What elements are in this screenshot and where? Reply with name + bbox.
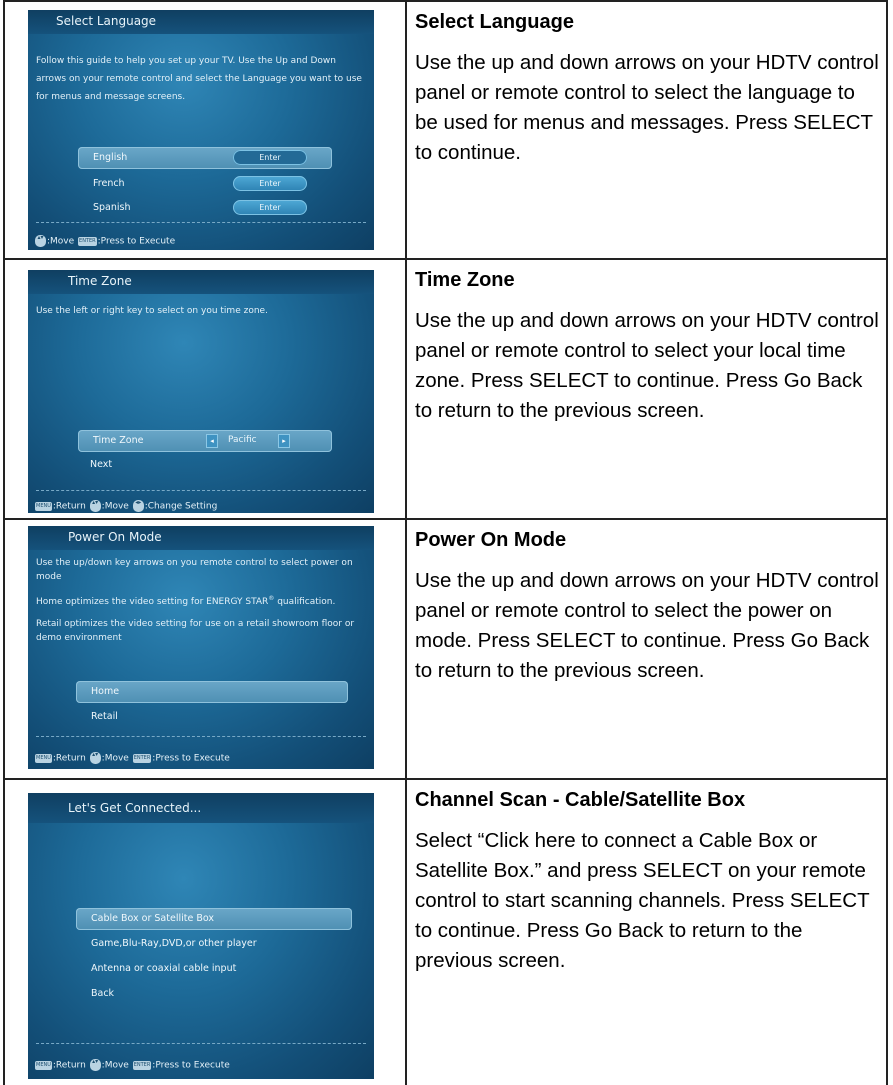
up-down-arrows-icon: ▴▾ — [89, 500, 101, 512]
connect-option-player[interactable]: Game,Blu-Ray,DVD,or other player — [76, 933, 352, 955]
menu-key-icon: MENU — [35, 753, 52, 763]
enter-key-icon: ENTER — [132, 1060, 152, 1070]
left-right-arrows-icon: ◂▸ — [132, 500, 144, 512]
arrow-right-icon[interactable]: ▸ — [278, 434, 290, 448]
arrow-left-icon[interactable]: ◂ — [206, 434, 218, 448]
language-option-english[interactable]: English Enter — [78, 147, 332, 169]
divider — [36, 222, 366, 223]
section-heading: Time Zone — [415, 269, 515, 291]
table-row: Let's Get Connected... Cable Box or Sate… — [3, 778, 888, 1085]
table-row: Select Language Follow this guide to hel… — [3, 0, 888, 260]
menu-key-icon: MENU — [35, 1060, 52, 1070]
tv-title: Power On Mode — [68, 530, 162, 544]
section-heading: Power On Mode — [415, 529, 567, 551]
enter-button[interactable]: Enter — [233, 200, 307, 215]
up-down-arrows-icon: ▴▾ — [89, 1059, 101, 1071]
description: Power On Mode Use the up and down arrows… — [415, 528, 880, 686]
description: Time Zone Use the up and down arrows on … — [415, 268, 880, 426]
divider — [36, 1043, 366, 1044]
time-zone-setting[interactable]: Time Zone ◂ Pacific ▸ — [78, 430, 332, 452]
tv-footer: ▴▾:Move ENTER:Press to Execute — [34, 235, 175, 247]
section-body: Use the up and down arrows on your HDTV … — [415, 309, 879, 422]
tv-footer: MENU:Return ▴▾:Move ENTER:Press to Execu… — [35, 751, 230, 764]
section-body: Use the up and down arrows on your HDTV … — [415, 51, 879, 164]
tv-screen-lets-get-connected: Let's Get Connected... Cable Box or Sate… — [28, 793, 374, 1079]
divider — [36, 490, 366, 491]
section-heading: Select Language — [415, 11, 574, 33]
enter-button[interactable]: Enter — [233, 176, 307, 191]
tv-title: Let's Get Connected... — [68, 801, 202, 815]
tv-screen-power-on-mode: Power On Mode Use the up/down key arrows… — [28, 526, 374, 769]
enter-key-icon: ENTER — [78, 236, 97, 246]
description: Channel Scan - Cable/Satellite Box Selec… — [415, 788, 880, 976]
language-option-french[interactable]: French Enter — [78, 173, 332, 195]
connect-option-cable-satellite[interactable]: Cable Box or Satellite Box — [76, 908, 352, 930]
tv-instructions: Use the up/down key arrows on you remote… — [36, 558, 355, 643]
up-down-arrows-icon: ▴▾ — [35, 235, 46, 247]
section-body: Use the up and down arrows on your HDTV … — [415, 569, 879, 682]
tv-title: Select Language — [56, 14, 157, 28]
up-down-arrows-icon: ▴▾ — [89, 752, 101, 764]
tv-instructions: Use the left or right key to select on y… — [36, 306, 268, 316]
tv-instructions: Follow this guide to help you set up you… — [36, 56, 362, 102]
section-heading: Channel Scan - Cable/Satellite Box — [415, 789, 746, 811]
enter-button[interactable]: Enter — [233, 150, 307, 165]
tv-footer: MENU:Return ▴▾:Move ◂▸:Change Setting — [35, 499, 218, 512]
section-body: Select “Click here to connect a Cable Bo… — [415, 829, 870, 972]
enter-key-icon: ENTER — [132, 753, 152, 763]
next-option[interactable]: Next — [78, 454, 332, 476]
table-row: Power On Mode Use the up/down key arrows… — [3, 518, 888, 780]
tv-screen-time-zone: Time Zone Use the left or right key to s… — [28, 270, 374, 513]
time-zone-value: Pacific — [228, 435, 257, 445]
power-mode-option-home[interactable]: Home — [76, 681, 348, 703]
power-mode-option-retail[interactable]: Retail — [76, 706, 330, 728]
divider — [36, 736, 366, 737]
manual-table: Select Language Follow this guide to hel… — [3, 0, 888, 1085]
tv-footer: MENU:Return ▴▾:Move ENTER:Press to Execu… — [35, 1058, 230, 1071]
tv-screen-select-language: Select Language Follow this guide to hel… — [28, 10, 374, 250]
menu-key-icon: MENU — [35, 501, 52, 511]
description: Select Language Use the up and down arro… — [415, 10, 880, 168]
table-row: Time Zone Use the left or right key to s… — [3, 258, 888, 520]
connect-option-antenna[interactable]: Antenna or coaxial cable input — [76, 958, 352, 980]
tv-title: Time Zone — [68, 274, 132, 288]
language-option-spanish[interactable]: Spanish Enter — [78, 197, 332, 219]
connect-option-back[interactable]: Back — [76, 983, 352, 1005]
